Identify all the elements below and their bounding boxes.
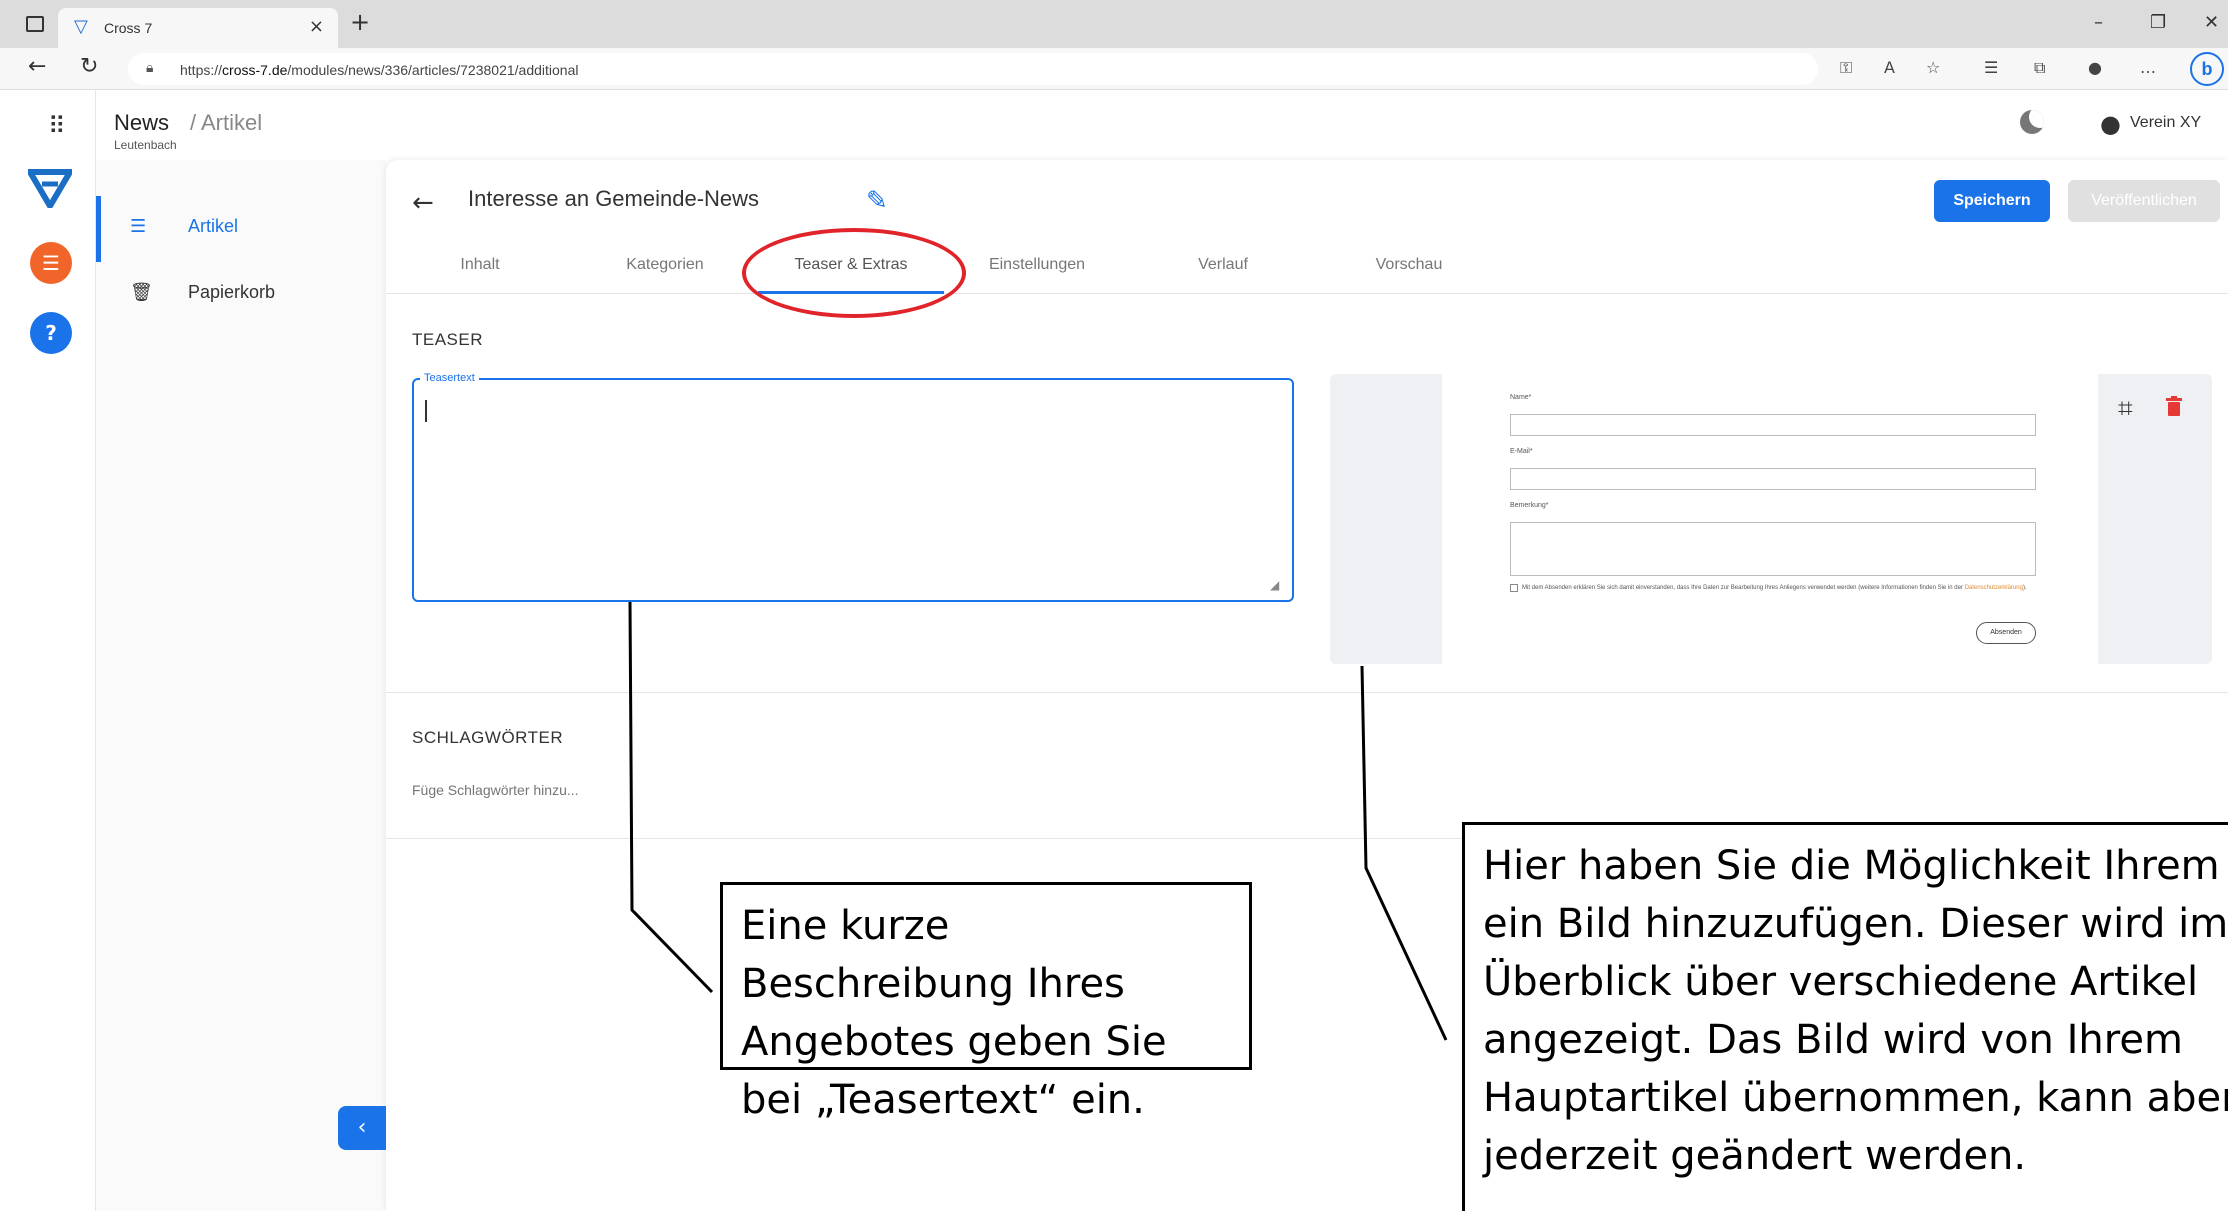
back-icon[interactable]: ← bbox=[28, 54, 46, 79]
sidebar-toggle-icon[interactable] bbox=[26, 16, 44, 32]
help-module-icon[interactable]: ? bbox=[30, 312, 72, 354]
list-icon: ☰ bbox=[130, 216, 147, 237]
preview-email-label: E-Mail* bbox=[1510, 448, 1533, 455]
trash-icon: 🗑︎ bbox=[130, 282, 153, 303]
dark-mode-icon[interactable] bbox=[2020, 110, 2044, 134]
preview-submit-button: Absenden bbox=[1976, 622, 2036, 644]
teaser-section-label: TEASER bbox=[412, 330, 484, 349]
preview-name-input bbox=[1510, 414, 2036, 436]
text-cursor bbox=[425, 400, 427, 422]
delete-image-icon[interactable] bbox=[2166, 396, 2182, 416]
crop-icon[interactable]: ⌗ bbox=[2118, 394, 2133, 425]
reload-icon[interactable]: ↻ bbox=[80, 54, 98, 79]
browser-tab[interactable]: ▽ Cross 7 × bbox=[58, 8, 338, 48]
tab-kategorien[interactable]: Kategorien bbox=[572, 256, 758, 294]
profile-icon[interactable]: ● bbox=[2088, 58, 2102, 77]
teasertext-field[interactable] bbox=[412, 378, 1294, 602]
subnav-active-indicator bbox=[96, 196, 101, 262]
breadcrumb[interactable]: / Artikel bbox=[190, 110, 262, 136]
image-annotation-callout: Hier haben Sie die Möglichkeit Ihrem A e… bbox=[1462, 822, 2228, 1211]
image-actions-panel bbox=[2098, 374, 2212, 664]
tab-verlauf[interactable]: Verlauf bbox=[1130, 256, 1316, 294]
edit-title-icon[interactable]: ✎ bbox=[866, 186, 888, 216]
cross7-logo[interactable] bbox=[28, 168, 72, 208]
apps-grid-icon[interactable]: ⠿ bbox=[48, 112, 66, 140]
preview-name-label: Name* bbox=[1510, 394, 1532, 401]
teaser-annotation-callout: Eine kurze Beschreibung Ihres Angebotes … bbox=[720, 882, 1252, 1123]
tab-vorschau[interactable]: Vorschau bbox=[1316, 256, 1502, 294]
user-name[interactable]: Verein XY bbox=[2130, 114, 2201, 132]
lock-icon: 🔒︎ bbox=[146, 60, 154, 76]
page-title: News bbox=[114, 110, 170, 135]
window-close-icon[interactable]: ✕ bbox=[2204, 12, 2219, 33]
back-arrow-icon[interactable]: ← bbox=[412, 188, 434, 218]
page-subtitle: Leutenbach bbox=[114, 138, 177, 152]
save-button[interactable]: Speichern bbox=[1934, 180, 2050, 222]
collapse-sidebar-button[interactable]: ‹ bbox=[338, 1106, 386, 1150]
url-input[interactable]: 🔒︎ https://cross-7.de/modules/news/336/a… bbox=[128, 53, 1818, 85]
tab-einstellungen[interactable]: Einstellungen bbox=[944, 256, 1130, 294]
module-subnav bbox=[96, 160, 386, 1211]
collections-icon[interactable]: ⧉ bbox=[2034, 58, 2045, 78]
article-title: Interesse an Gemeinde-News bbox=[468, 186, 760, 211]
tab-inhalt[interactable]: Inhalt bbox=[387, 256, 573, 294]
publish-button[interactable]: Veröffentlichen bbox=[2068, 180, 2220, 222]
preview-consent-checkbox bbox=[1510, 584, 1518, 592]
subnav-item-artikel[interactable]: ☰ Artikel bbox=[130, 216, 238, 237]
minimize-icon[interactable]: – bbox=[2094, 12, 2103, 33]
new-tab-icon[interactable]: + bbox=[350, 8, 370, 36]
bing-icon[interactable]: b bbox=[2190, 52, 2224, 86]
browser-tab-bar: ▽ Cross 7 × + – ❐ ✕ bbox=[0, 0, 2228, 48]
favorites-icon[interactable]: ☰ bbox=[1984, 58, 1998, 77]
restore-icon[interactable]: ❐ bbox=[2150, 12, 2166, 33]
highlight-ellipse bbox=[742, 228, 966, 318]
read-aloud-icon[interactable]: A bbox=[1884, 58, 1895, 77]
news-module-icon[interactable]: ☰ bbox=[30, 242, 72, 284]
tags-section-label: SCHLAGWÖRTER bbox=[412, 728, 564, 747]
resize-handle-icon[interactable]: ◢ bbox=[1270, 578, 1279, 592]
address-bar-row: ← ↻ 🔒︎ https://cross-7.de/modules/news/3… bbox=[0, 48, 2228, 90]
tags-input[interactable] bbox=[412, 782, 712, 798]
editor-tabs: Inhalt Kategorien Teaser & Extras Einste… bbox=[386, 248, 2228, 294]
favorite-add-icon[interactable]: ☆ bbox=[1926, 58, 1940, 77]
more-icon[interactable]: … bbox=[2140, 58, 2156, 77]
preview-email-input bbox=[1510, 468, 2036, 490]
section-divider bbox=[386, 692, 2228, 693]
key-icon[interactable]: ⚿ bbox=[1840, 58, 1852, 78]
browser-tab-title: Cross 7 bbox=[104, 20, 153, 36]
preview-remark-label: Bemerkung* bbox=[1510, 502, 1549, 509]
user-account-icon[interactable]: ● bbox=[2100, 110, 2121, 138]
cross7-favicon-icon: ▽ bbox=[74, 16, 88, 37]
subnav-item-papierkorb[interactable]: 🗑︎ Papierkorb bbox=[130, 282, 275, 303]
preview-consent-text: Mit dem Absenden erklären Sie sich damit… bbox=[1522, 585, 2027, 591]
teasertext-label: Teasertext bbox=[420, 372, 479, 384]
url-text: https://cross-7.de/modules/news/336/arti… bbox=[180, 62, 579, 78]
image-frame-left bbox=[1330, 374, 1442, 664]
close-tab-icon[interactable]: × bbox=[309, 16, 324, 37]
teaser-image-preview[interactable]: Name* E-Mail* Bemerkung* Mit dem Absende… bbox=[1442, 374, 2098, 664]
preview-remark-input bbox=[1510, 522, 2036, 576]
